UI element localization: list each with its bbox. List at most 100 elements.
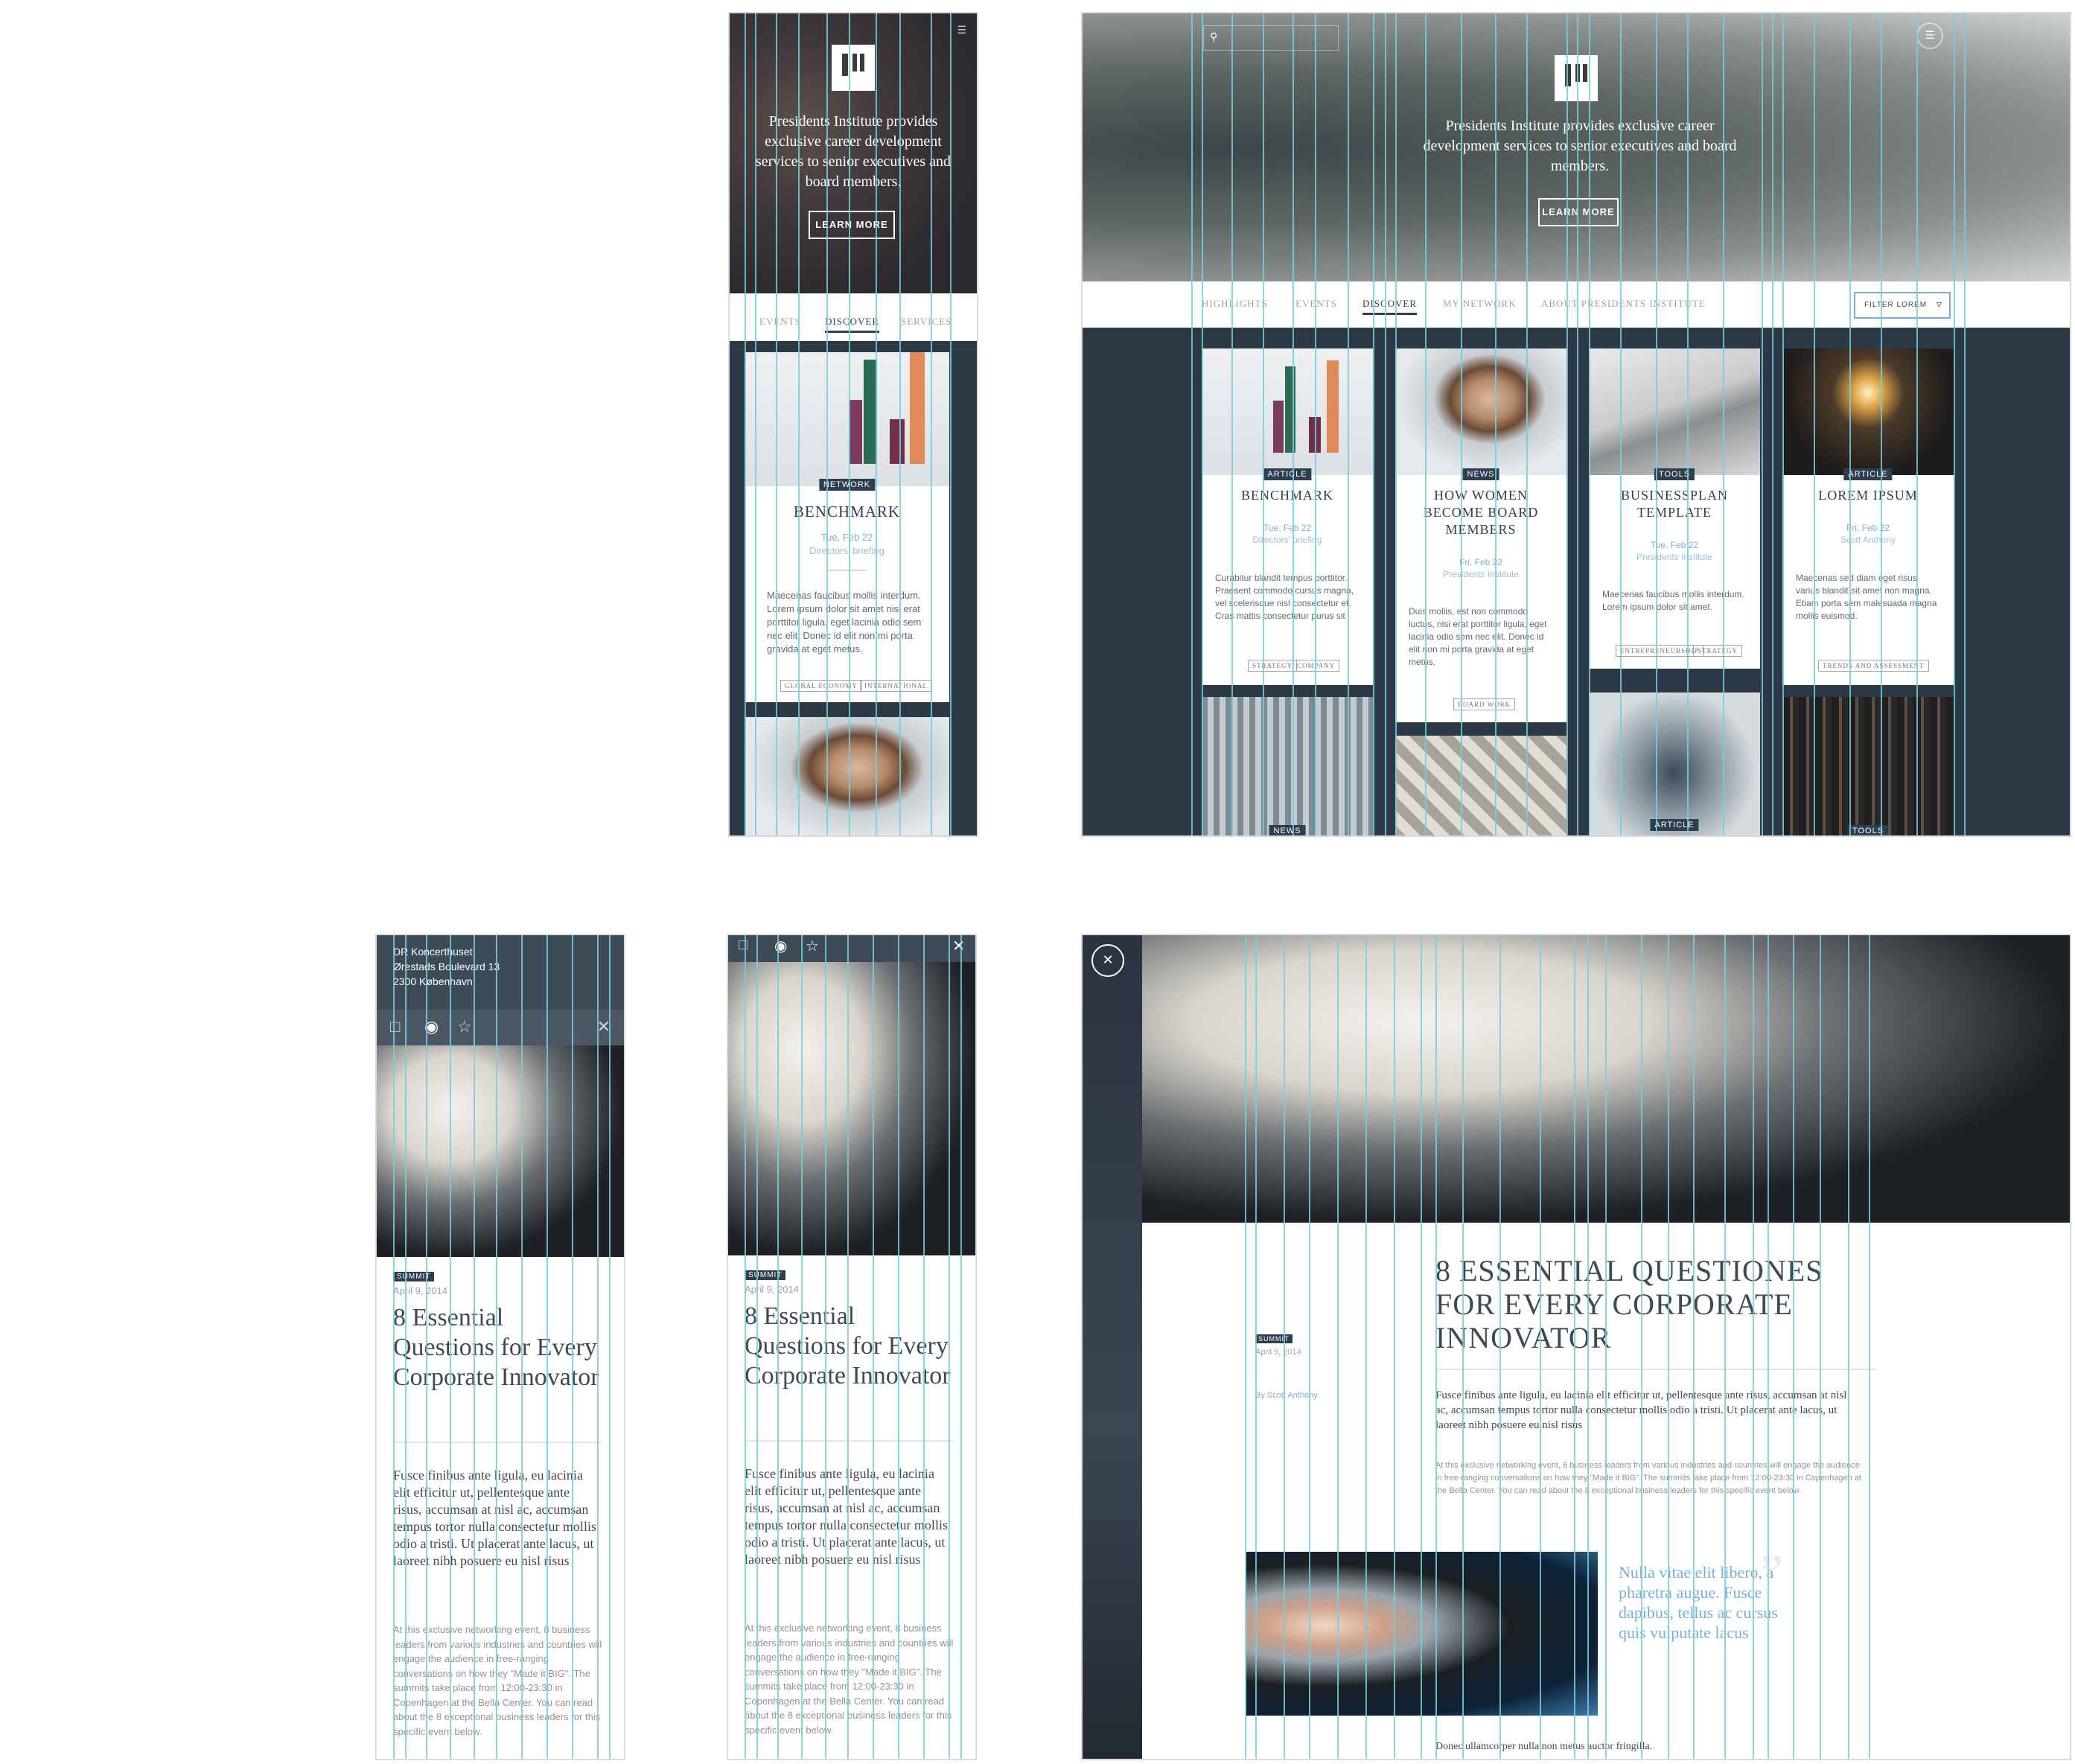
card-badge: NEWS [1269,825,1306,835]
card-body: Duis mollis, est non commodo luctus, nis… [1409,606,1547,667]
article-title: 8 Essential Questions for Every Corporat… [745,1302,951,1389]
pull-quote: Nulla vitae elit libero, a pharetra augu… [1619,1563,1778,1642]
close-button[interactable]: ✕ [1091,944,1124,977]
menu-icon[interactable]: ☰ [957,24,966,36]
location-venue: DR Koncerthuset [393,946,473,958]
search-field[interactable]: ⚲ [1203,25,1339,51]
card-title: BENCHMARK [1240,488,1333,503]
aerial-photo [1395,736,1566,835]
robot-photo [728,962,975,1255]
filter-button[interactable]: FILTER LOREM ▿ [1854,292,1951,319]
tab-discover[interactable]: DISCOVER [825,316,880,333]
tab-services[interactable]: SERVICES [901,316,952,328]
card-author: Scott Anthony [1840,535,1896,545]
card-body: Maecenas faucibus mollis interdum. Lorem… [767,590,922,655]
card-badge: NEWS [1462,468,1499,480]
card-badge: TOOLS [1654,468,1695,480]
action-bar: □ ◉ ☆ ✕ [377,1010,624,1045]
mobile-article-frame: □ ◉ ☆ ✕ SUMMIT April 9, 2014 8 Essential… [727,934,977,1760]
bulb-photo [1782,348,1954,475]
filter-label: FILTER LOREM [1864,301,1928,309]
card-author: Directors' briefing [1252,535,1322,545]
article-date: April 9, 2014 [393,1285,447,1296]
tag-international[interactable]: INTERNATIONAL [860,680,932,692]
card-date: Tue, Feb 22 [820,532,873,543]
calendar-icon[interactable]: □ [390,1017,400,1037]
tab-about[interactable]: ABOUT PRESIDENTS INSTITUTE [1541,298,1706,310]
card-businessplan[interactable]: TOOLS BUSINESSPLAN TEMPLATE Tue, Feb 22 … [1589,348,1760,669]
star-icon[interactable]: ☆ [806,937,819,955]
portrait-photo [1246,1552,1598,1716]
calendar-icon[interactable]: □ [739,937,748,954]
background-page [1083,935,1142,1759]
location-street: Ørestads Boulevard 13 [393,961,500,972]
hero-tagline: Presidents Institute provides exclusive … [755,113,952,190]
location-city: 2300 København [393,975,473,987]
mobile-tabs: EVENTS DISCOVER SERVICES [730,293,977,340]
building-photo [1202,697,1373,835]
tag-strategy[interactable]: STRATEGY [1248,660,1298,672]
divider [1435,1369,1876,1370]
woman-card[interactable] [745,717,949,835]
hero-tagline-desktop: Presidents Institute provides exclusive … [1423,118,1737,174]
card-row2-1[interactable]: NEWS [1202,697,1373,835]
learn-more-button[interactable]: LEARN MORE [809,211,895,239]
tag-company[interactable]: COMPANY [1293,660,1340,672]
tab-discover[interactable]: DISCOVER [1362,298,1418,315]
card-title: BUSINESSPLAN TEMPLATE [1620,488,1729,520]
article-footer-text: Donec ullamcorper nulla non metus auctor… [1435,1741,1653,1752]
article-lead: Fusce finibus ante ligula, eu lacinia el… [393,1468,596,1568]
tab-events[interactable]: EVENTS [1295,298,1337,310]
card-row2-4[interactable]: TOOLS [1782,697,1954,835]
mobile-article-location-frame: DR Koncerthuset Ørestads Boulevard 13 23… [375,934,625,1760]
logo-icon [832,45,875,91]
article-date: April 9, 2014 [1255,1348,1301,1357]
card-benchmark[interactable]: ARTICLE BENCHMARK Tue, Feb 22 Directors'… [1202,348,1373,685]
tab-highlights[interactable]: HIGHLIGHTS [1202,298,1268,310]
woman-photo [1395,348,1566,475]
card-badge: NETWORK [818,479,876,491]
card-body: Maecenas faucibus mollis interdum. Lorem… [1602,589,1744,612]
tag-entrepreneurship[interactable]: ENTREPRENEURSHIP [1616,645,1703,657]
article-badge: SUMMIT [1255,1334,1293,1343]
chart-photo [745,352,949,486]
tag-global-economy[interactable]: GLOBAL ECONOMY [780,680,862,692]
learn-more-button-desktop[interactable]: LEARN MORE [1538,198,1619,226]
card-row2-3[interactable]: ARTICLE [1589,692,1760,835]
divider [745,1440,953,1442]
article-byline: By Scott Anthony [1255,1391,1318,1400]
menu-icon[interactable]: ☰ [1916,22,1943,49]
card-author: Directors' briefing [809,545,884,556]
article-body: At this exclusive networking event, 8 bu… [393,1624,602,1737]
tab-my-network[interactable]: MY NETWORK [1443,298,1517,310]
divider [393,1442,602,1443]
article-title: 8 ESSENTIAL QUESTIONES FOR EVERY CORPORA… [1435,1254,1823,1354]
tag-strategy-2[interactable]: STRATEGY [1693,645,1743,657]
star-icon[interactable]: ☆ [457,1017,472,1037]
article-badge: SUMMIT [393,1272,435,1281]
location-panel: DR Koncerthuset Ørestads Boulevard 13 23… [377,935,624,1045]
card-title: LOREM IPSUM [1818,488,1918,503]
woman-photo [745,717,949,835]
article-card[interactable]: NETWORK BENCHMARK Tue, Feb 22 Directors'… [745,352,949,702]
card-row2-2[interactable] [1395,736,1566,835]
article-panel: SUMMIT April 9, 2014 By Scott Anthony 8 … [1142,1223,2070,1759]
article-body: At this exclusive networking event, 8 bu… [1435,1461,1861,1495]
library-photo [1782,697,1954,835]
card-author: Presidents Institute [1442,569,1520,579]
location-pin-icon[interactable]: ◉ [774,937,787,955]
card-women-board[interactable]: NEWS HOW WOMEN BECOME BOARD MEMBERS Fri,… [1395,348,1566,722]
close-icon[interactable]: ✕ [597,1017,611,1037]
card-body: Curabitur blandit tempus porttitor. Prae… [1215,573,1354,621]
article-date: April 9, 2014 [745,1284,799,1295]
tag-board-work[interactable]: BOARD WORK [1453,698,1516,710]
meeting-photo [1589,692,1760,835]
card-title: HOW WOMEN BECOME BOARD MEMBERS [1423,488,1539,537]
tag-trends[interactable]: TRENDS AND ASSESSMENT [1818,660,1929,672]
article-title: 8 Essential Questions for Every Corporat… [393,1304,599,1391]
card-lorem-ipsum[interactable]: ARTICLE LOREM IPSUM Fri, Feb 22 Scott An… [1782,348,1954,685]
close-icon[interactable]: ✕ [952,937,965,955]
robot-photo [377,1045,624,1257]
tab-events[interactable]: EVENTS [759,316,801,328]
location-pin-icon[interactable]: ◉ [424,1017,439,1037]
